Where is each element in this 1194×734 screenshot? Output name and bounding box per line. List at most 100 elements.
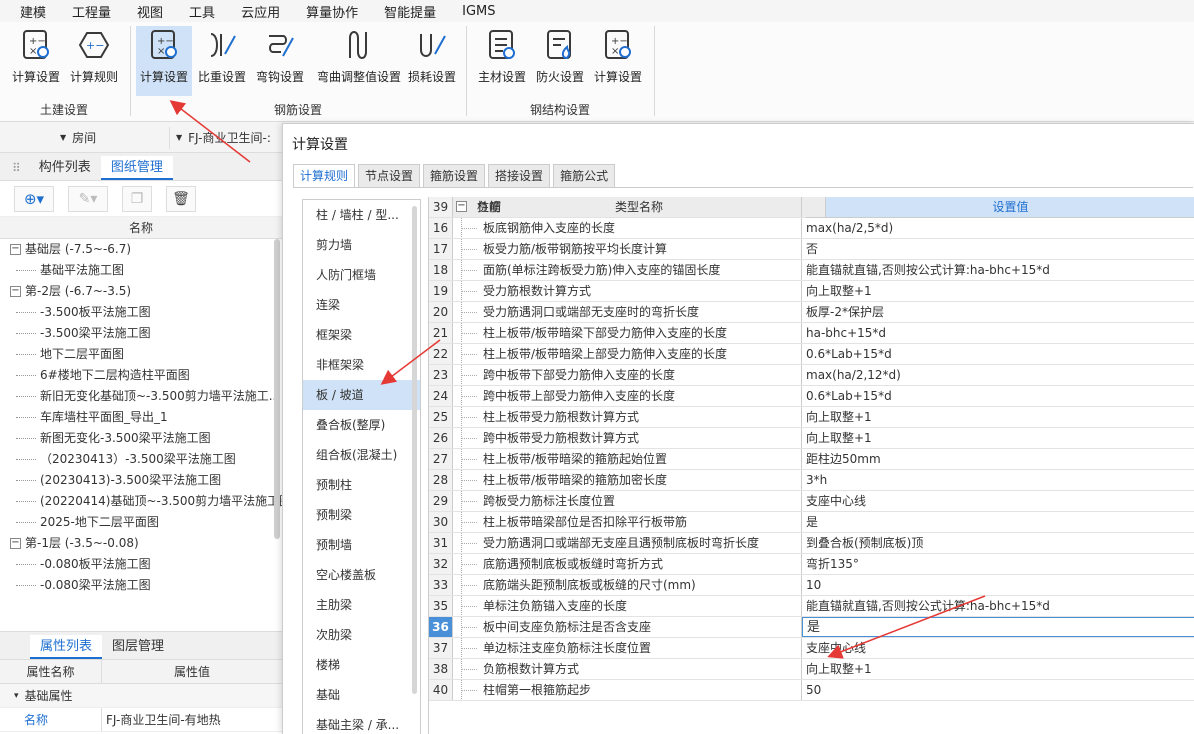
category-item[interactable]: 组合板(混凝土) xyxy=(303,440,420,470)
add-drawing-button[interactable]: ⊕▾ xyxy=(14,185,54,212)
loss-settings-button[interactable]: 损耗设置 xyxy=(404,26,460,96)
tab-component-list[interactable]: 构件列表 xyxy=(29,156,101,180)
grid-row[interactable]: 40 柱帽第一根箍筋起步 50 xyxy=(429,680,1194,701)
drag-handle-icon[interactable]: ⠿ xyxy=(12,156,21,180)
tree-drawing-item[interactable]: -0.080板平法施工图 xyxy=(0,554,282,575)
grid-row[interactable]: 26 跨中板带受力筋根数计算方式 向上取整+1 xyxy=(429,428,1194,449)
tree-floor-node[interactable]: − 第-1层 (-3.5~-0.08) xyxy=(0,533,282,554)
grid-row[interactable]: 18 面筋(单标注跨板受力筋)伸入支座的锚固长度 能直锚就直锚,否则按公式计算:ha… xyxy=(429,260,1194,281)
row-value-cell[interactable]: 距柱边50mm xyxy=(802,449,1194,469)
tree-drawing-item[interactable]: 基础平法施工图 xyxy=(0,260,282,281)
row-value-cell[interactable]: 能直锚就直锚,否则按公式计算:ha-bhc+15*d xyxy=(802,596,1194,616)
collapse-icon[interactable]: − xyxy=(10,286,21,297)
category-item[interactable]: 预制梁 xyxy=(303,500,420,530)
component-combo[interactable]: ▼ FJ-商业卫生间-: xyxy=(170,127,271,149)
grid-row[interactable]: 17 板受力筋/板带钢筋按平均长度计算 否 xyxy=(429,239,1194,260)
category-item[interactable]: 剪力墙 xyxy=(303,230,420,260)
tree-drawing-item[interactable]: -3.500梁平法施工图 xyxy=(0,323,282,344)
row-value-cell[interactable]: max(ha/2,12*d) xyxy=(802,365,1194,385)
category-scrollbar[interactable] xyxy=(412,206,417,694)
row-value-cell[interactable]: 向上取整+1 xyxy=(802,281,1194,301)
menu-item[interactable]: 建模 xyxy=(20,2,46,21)
category-item[interactable]: 基础 xyxy=(303,680,420,710)
tab-property-list[interactable]: 属性列表 xyxy=(30,635,103,659)
category-item[interactable]: 叠合板(整厚) xyxy=(303,410,420,440)
menu-item[interactable]: IGMS xyxy=(462,4,495,19)
row-value-cell[interactable]: 0.6*Lab+15*d xyxy=(802,344,1194,364)
tree-drawing-item[interactable]: （20230413）-3.500梁平法施工图 xyxy=(0,449,282,470)
civil-calc-settings-button[interactable]: +− × 计算设置 xyxy=(8,26,64,96)
rebar-calc-settings-button[interactable]: +− × 计算设置 xyxy=(136,26,192,96)
tree-scrollbar[interactable] xyxy=(274,239,280,539)
grid-row[interactable]: 23 跨中板带下部受力筋伸入支座的长度 max(ha/2,12*d) xyxy=(429,365,1194,386)
property-group-row[interactable]: ▾ 基础属性 xyxy=(0,684,282,708)
category-item[interactable]: 非框架梁 xyxy=(303,350,420,380)
menu-item[interactable]: 算量协作 xyxy=(306,2,358,21)
row-value-cell[interactable]: max(ha/2,5*d) xyxy=(802,218,1194,238)
menu-item[interactable]: 工程量 xyxy=(72,2,111,21)
row-value-cell[interactable]: 弯折135° xyxy=(802,554,1194,574)
row-value-cell[interactable]: 向上取整+1 xyxy=(802,407,1194,427)
grid-row[interactable]: 36 板中间支座负筋标注是否含支座 是 xyxy=(429,617,1194,638)
category-item[interactable]: 主肋梁 xyxy=(303,590,420,620)
delete-drawing-button[interactable]: 🗑 xyxy=(166,185,196,212)
grid-row[interactable]: 16 板底钢筋伸入支座的长度 max(ha/2,5*d) xyxy=(429,218,1194,239)
menu-item[interactable]: 工具 xyxy=(189,2,215,21)
grid-row[interactable]: 37 单边标注支座负筋标注长度位置 支座中心线 xyxy=(429,638,1194,659)
grid-row[interactable]: 25 柱上板带受力筋根数计算方式 向上取整+1 xyxy=(429,407,1194,428)
row-value-cell[interactable]: 0.6*Lab+15*d xyxy=(802,386,1194,406)
category-item[interactable]: 连梁 xyxy=(303,290,420,320)
category-item[interactable]: 预制墙 xyxy=(303,530,420,560)
grid-row[interactable]: 28 柱上板带/板带暗梁的箍筋加密长度 3*h xyxy=(429,470,1194,491)
tree-drawing-item[interactable]: 6#楼地下二层构造柱平面图 xyxy=(0,365,282,386)
category-item[interactable]: 楼梯 xyxy=(303,650,420,680)
tree-drawing-item[interactable]: (20220414)基础顶~-3.500剪力墙平法施工图 xyxy=(0,491,282,512)
row-value-cell[interactable]: ha-bhc+15*d xyxy=(802,323,1194,343)
category-item[interactable]: 基础主梁 / 承... xyxy=(303,710,420,734)
tree-drawing-item[interactable]: -3.500板平法施工图 xyxy=(0,302,282,323)
grid-row[interactable]: 35 单标注负筋锚入支座的长度 能直锚就直锚,否则按公式计算:ha-bhc+15*d xyxy=(429,596,1194,617)
property-value[interactable]: FJ-商业卫生间-有地热 xyxy=(102,708,282,731)
tree-drawing-item[interactable]: 新旧无变化基础顶~-3.500剪力墙平法施工... xyxy=(0,386,282,407)
row-value-cell[interactable]: 是 xyxy=(802,617,1194,637)
row-value-cell[interactable]: 10 xyxy=(802,575,1194,595)
density-settings-button[interactable]: 比重设置 xyxy=(194,26,250,96)
row-value-cell[interactable]: 板厚-2*保护层 xyxy=(802,302,1194,322)
grid-row[interactable]: 27 柱上板带/板带暗梁的箍筋起始位置 距柱边50mm xyxy=(429,449,1194,470)
row-value-cell[interactable]: 否 xyxy=(802,239,1194,259)
tree-drawing-item[interactable]: -0.080梁平法施工图 xyxy=(0,575,282,596)
grid-row[interactable]: 31 受力筋遇洞口或端部无支座且遇预制底板时弯折长度 到叠合板(预制底板)顶 xyxy=(429,533,1194,554)
row-value-cell[interactable]: 是 xyxy=(802,512,1194,532)
menu-item[interactable]: 智能提量 xyxy=(384,2,436,21)
dialog-tab[interactable]: 箍筋公式 xyxy=(553,164,616,188)
tab-drawing-manage[interactable]: 图纸管理 xyxy=(100,156,173,180)
row-value-cell[interactable]: 向上取整+1 xyxy=(802,659,1194,679)
category-item[interactable]: 空心楼盖板 xyxy=(303,560,420,590)
tree-drawing-item[interactable]: 车库墙柱平面图_导出_1 xyxy=(0,407,282,428)
steel-calc-settings-button[interactable]: +− × 计算设置 xyxy=(590,26,646,96)
menu-item[interactable]: 云应用 xyxy=(241,2,280,21)
civil-calc-rules-button[interactable]: +− 计算规则 xyxy=(66,26,122,96)
hook-settings-button[interactable]: 弯钩设置 xyxy=(252,26,308,96)
fire-settings-button[interactable]: 防火设置 xyxy=(532,26,588,96)
dialog-tab[interactable]: 计算规则 xyxy=(293,164,356,188)
material-settings-button[interactable]: 主材设置 xyxy=(474,26,530,96)
tree-drawing-item[interactable]: (20230413)-3.500梁平法施工图 xyxy=(0,470,282,491)
category-item[interactable]: 板 / 坡道 xyxy=(303,380,420,410)
collapse-icon[interactable]: − xyxy=(10,244,21,255)
row-value-cell[interactable]: 支座中心线 xyxy=(802,638,1194,658)
grid-row[interactable]: 19 受力筋根数计算方式 向上取整+1 xyxy=(429,281,1194,302)
bend-adjust-settings-button[interactable]: 弯曲调整值设置 xyxy=(312,26,406,96)
dialog-tab[interactable]: 箍筋设置 xyxy=(423,164,486,188)
row-value-cell[interactable]: 到叠合板(预制底板)顶 xyxy=(802,533,1194,553)
tree-floor-node[interactable]: − 第-2层 (-6.7~-3.5) xyxy=(0,281,282,302)
dialog-tab[interactable]: 节点设置 xyxy=(358,164,421,188)
grid-row[interactable]: 38 负筋根数计算方式 向上取整+1 xyxy=(429,659,1194,680)
category-item[interactable]: 人防门框墙 xyxy=(303,260,420,290)
grid-row[interactable]: 22 柱上板带/板带暗梁上部受力筋伸入支座的长度 0.6*Lab+15*d xyxy=(429,344,1194,365)
grid-row[interactable]: 30 柱上板带暗梁部位是否扣除平行板带筋 是 xyxy=(429,512,1194,533)
tree-drawing-item[interactable]: 2025-地下二层平面图 xyxy=(0,512,282,533)
tree-drawing-item[interactable]: 地下二层平面图 xyxy=(0,344,282,365)
dialog-tab[interactable]: 搭接设置 xyxy=(488,164,551,188)
row-value-cell[interactable]: 向上取整+1 xyxy=(802,428,1194,448)
